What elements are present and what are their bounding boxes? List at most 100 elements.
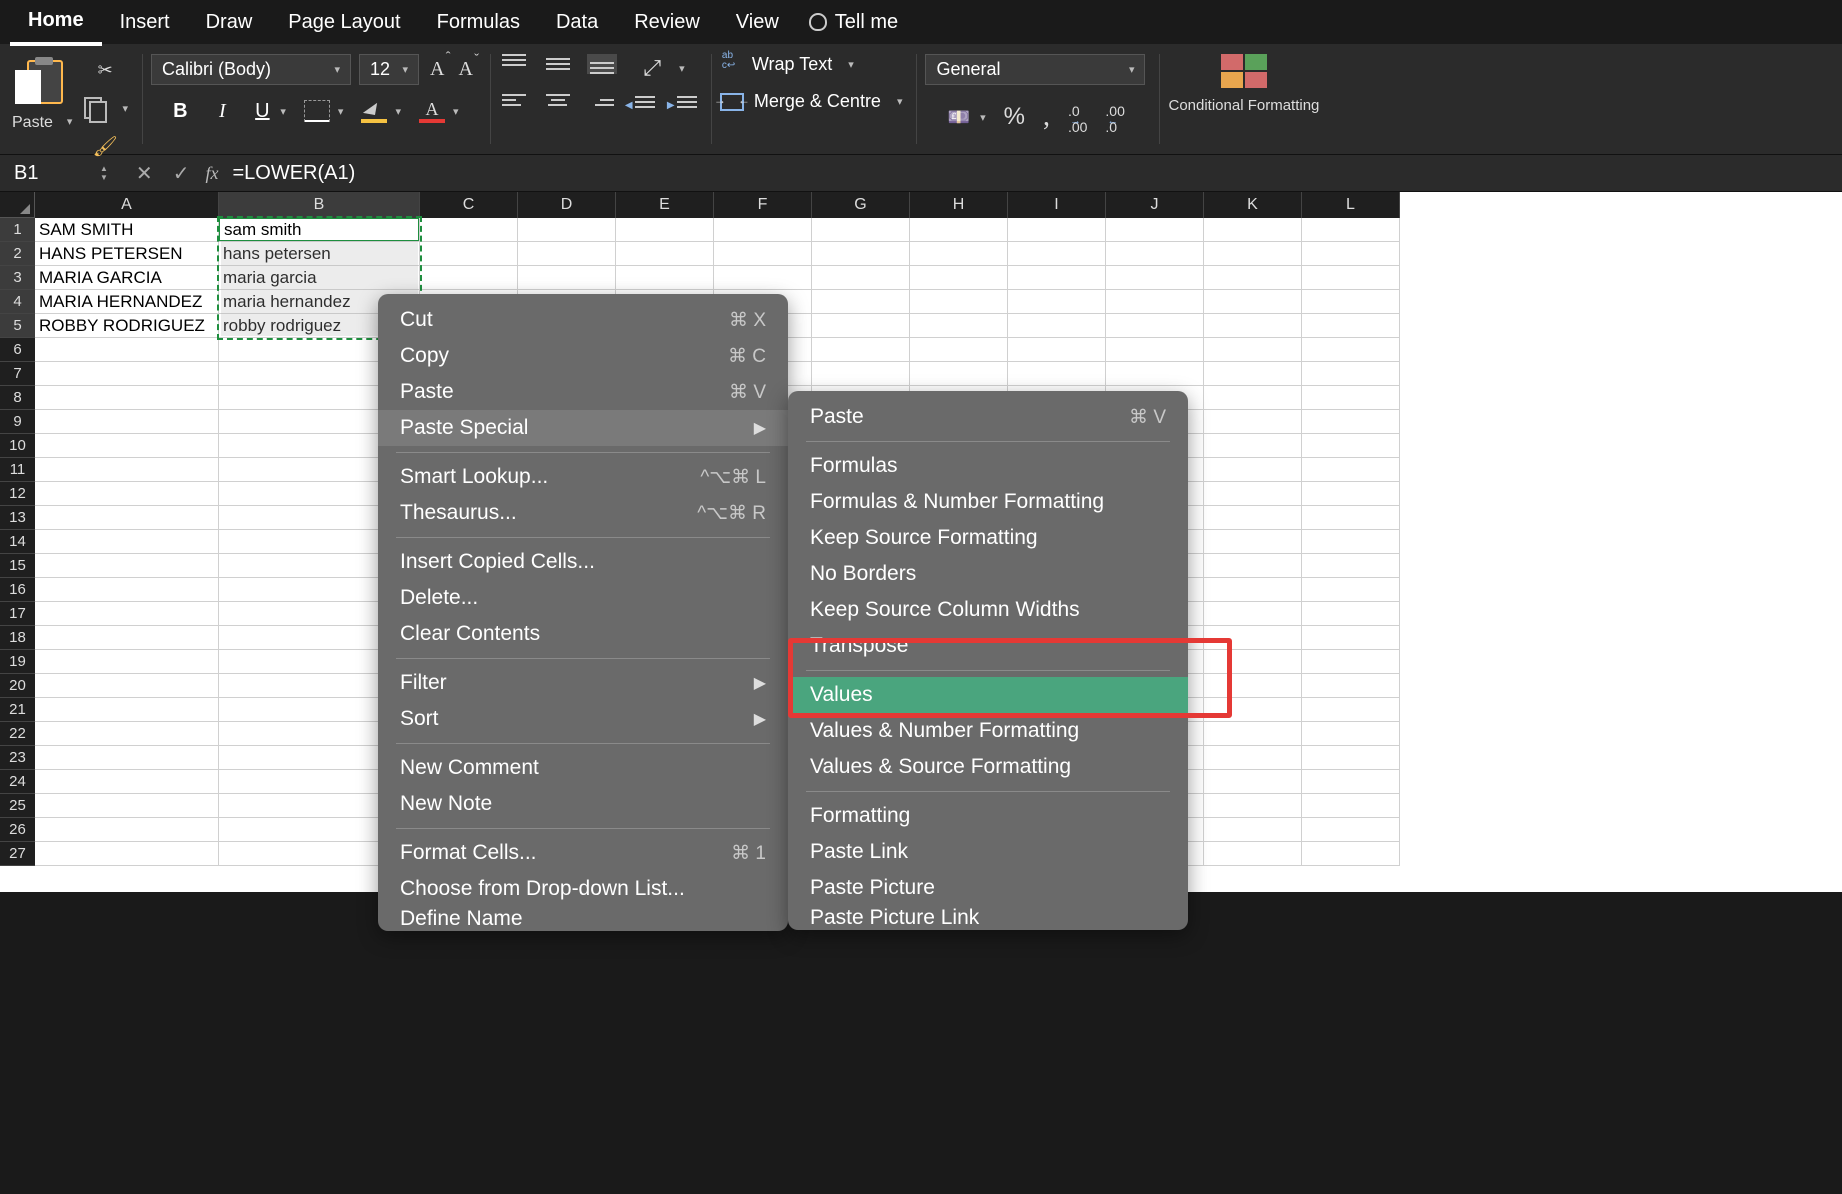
cell-H5[interactable] bbox=[910, 314, 1008, 338]
cell-F2[interactable] bbox=[714, 242, 812, 266]
sub-paste[interactable]: Paste⌘ V bbox=[788, 399, 1188, 435]
align-bottom-button[interactable] bbox=[587, 54, 617, 74]
cell-L2[interactable] bbox=[1302, 242, 1400, 266]
cell-A5[interactable]: ROBBY RODRIGUEZ bbox=[35, 314, 219, 338]
cell-K15[interactable] bbox=[1204, 554, 1302, 578]
cell-K27[interactable] bbox=[1204, 842, 1302, 866]
sub-no-borders[interactable]: No Borders bbox=[788, 556, 1188, 592]
ctx-insert-copied-cells[interactable]: Insert Copied Cells... bbox=[378, 544, 788, 580]
cell-A15[interactable] bbox=[35, 554, 219, 578]
cell-A24[interactable] bbox=[35, 770, 219, 794]
cell-L26[interactable] bbox=[1302, 818, 1400, 842]
cell-J1[interactable] bbox=[1106, 218, 1204, 242]
cell-K7[interactable] bbox=[1204, 362, 1302, 386]
row-header-15[interactable]: 15 bbox=[0, 554, 35, 578]
cell-A3[interactable]: MARIA GARCIA bbox=[35, 266, 219, 290]
decrease-decimal-button[interactable]: .00.0 bbox=[1105, 99, 1124, 135]
sub-paste-picture[interactable]: Paste Picture bbox=[788, 870, 1188, 906]
cell-L15[interactable] bbox=[1302, 554, 1400, 578]
row-header-6[interactable]: 6 bbox=[0, 338, 35, 362]
cell-J2[interactable] bbox=[1106, 242, 1204, 266]
row-header-24[interactable]: 24 bbox=[0, 770, 35, 794]
row-header-11[interactable]: 11 bbox=[0, 458, 35, 482]
tab-data[interactable]: Data bbox=[538, 1, 616, 44]
cell-C3[interactable] bbox=[420, 266, 518, 290]
cell-H2[interactable] bbox=[910, 242, 1008, 266]
cell-A21[interactable] bbox=[35, 698, 219, 722]
cell-L1[interactable] bbox=[1302, 218, 1400, 242]
cell-A9[interactable] bbox=[35, 410, 219, 434]
decrease-indent-button[interactable] bbox=[627, 96, 655, 116]
cell-L9[interactable] bbox=[1302, 410, 1400, 434]
cell-H6[interactable] bbox=[910, 338, 1008, 362]
cell-K4[interactable] bbox=[1204, 290, 1302, 314]
cell-J7[interactable] bbox=[1106, 362, 1204, 386]
tab-home[interactable]: Home bbox=[10, 0, 102, 46]
cell-K19[interactable] bbox=[1204, 650, 1302, 674]
cell-E1[interactable] bbox=[616, 218, 714, 242]
cell-A6[interactable] bbox=[35, 338, 219, 362]
cell-I6[interactable] bbox=[1008, 338, 1106, 362]
cell-G6[interactable] bbox=[812, 338, 910, 362]
cell-I1[interactable] bbox=[1008, 218, 1106, 242]
cell-G3[interactable] bbox=[812, 266, 910, 290]
cell-L7[interactable] bbox=[1302, 362, 1400, 386]
cell-A27[interactable] bbox=[35, 842, 219, 866]
cell-L5[interactable] bbox=[1302, 314, 1400, 338]
percent-format-button[interactable]: % bbox=[1004, 103, 1025, 131]
sub-paste-link[interactable]: Paste Link bbox=[788, 834, 1188, 870]
row-header-3[interactable]: 3 bbox=[0, 266, 35, 290]
chevron-down-icon[interactable]: ▾ bbox=[280, 105, 286, 118]
row-header-1[interactable]: 1 bbox=[0, 218, 35, 242]
cell-K8[interactable] bbox=[1204, 386, 1302, 410]
col-header-A[interactable]: A bbox=[35, 192, 219, 218]
row-header-19[interactable]: 19 bbox=[0, 650, 35, 674]
cell-A4[interactable]: MARIA HERNANDEZ bbox=[35, 290, 219, 314]
cell-I5[interactable] bbox=[1008, 314, 1106, 338]
cell-K13[interactable] bbox=[1204, 506, 1302, 530]
cell-A14[interactable] bbox=[35, 530, 219, 554]
cell-I7[interactable] bbox=[1008, 362, 1106, 386]
cell-J6[interactable] bbox=[1106, 338, 1204, 362]
cell-I2[interactable] bbox=[1008, 242, 1106, 266]
cell-E2[interactable] bbox=[616, 242, 714, 266]
cell-A12[interactable] bbox=[35, 482, 219, 506]
cell-L23[interactable] bbox=[1302, 746, 1400, 770]
row-header-25[interactable]: 25 bbox=[0, 794, 35, 818]
row-header-12[interactable]: 12 bbox=[0, 482, 35, 506]
tab-insert[interactable]: Insert bbox=[102, 1, 188, 44]
cell-J3[interactable] bbox=[1106, 266, 1204, 290]
col-header-B[interactable]: B bbox=[219, 192, 420, 218]
tab-page-layout[interactable]: Page Layout bbox=[270, 1, 418, 44]
ctx-new-comment[interactable]: New Comment bbox=[378, 750, 788, 786]
decrease-font-icon[interactable]: A bbox=[455, 58, 475, 81]
row-header-10[interactable]: 10 bbox=[0, 434, 35, 458]
col-header-E[interactable]: E bbox=[616, 192, 714, 218]
cell-K24[interactable] bbox=[1204, 770, 1302, 794]
cell-H7[interactable] bbox=[910, 362, 1008, 386]
fill-color-button[interactable] bbox=[361, 99, 387, 123]
cell-A18[interactable] bbox=[35, 626, 219, 650]
cell-A19[interactable] bbox=[35, 650, 219, 674]
cell-L4[interactable] bbox=[1302, 290, 1400, 314]
accounting-format-button[interactable] bbox=[946, 105, 972, 129]
col-header-H[interactable]: H bbox=[910, 192, 1008, 218]
select-all-corner[interactable] bbox=[0, 192, 35, 218]
cell-K25[interactable] bbox=[1204, 794, 1302, 818]
row-header-13[interactable]: 13 bbox=[0, 506, 35, 530]
cell-L27[interactable] bbox=[1302, 842, 1400, 866]
paste-button[interactable] bbox=[17, 54, 67, 104]
col-header-K[interactable]: K bbox=[1204, 192, 1302, 218]
cell-K12[interactable] bbox=[1204, 482, 1302, 506]
borders-button[interactable] bbox=[304, 100, 330, 122]
sub-formulas[interactable]: Formulas bbox=[788, 448, 1188, 484]
cell-F1[interactable] bbox=[714, 218, 812, 242]
cell-A13[interactable] bbox=[35, 506, 219, 530]
chevron-down-icon[interactable]: ▾ bbox=[980, 111, 986, 124]
underline-button[interactable]: U bbox=[252, 100, 272, 123]
cell-L25[interactable] bbox=[1302, 794, 1400, 818]
cell-K26[interactable] bbox=[1204, 818, 1302, 842]
cell-A11[interactable] bbox=[35, 458, 219, 482]
enter-icon[interactable]: ✓ bbox=[173, 161, 190, 186]
copy-icon[interactable] bbox=[82, 96, 108, 120]
